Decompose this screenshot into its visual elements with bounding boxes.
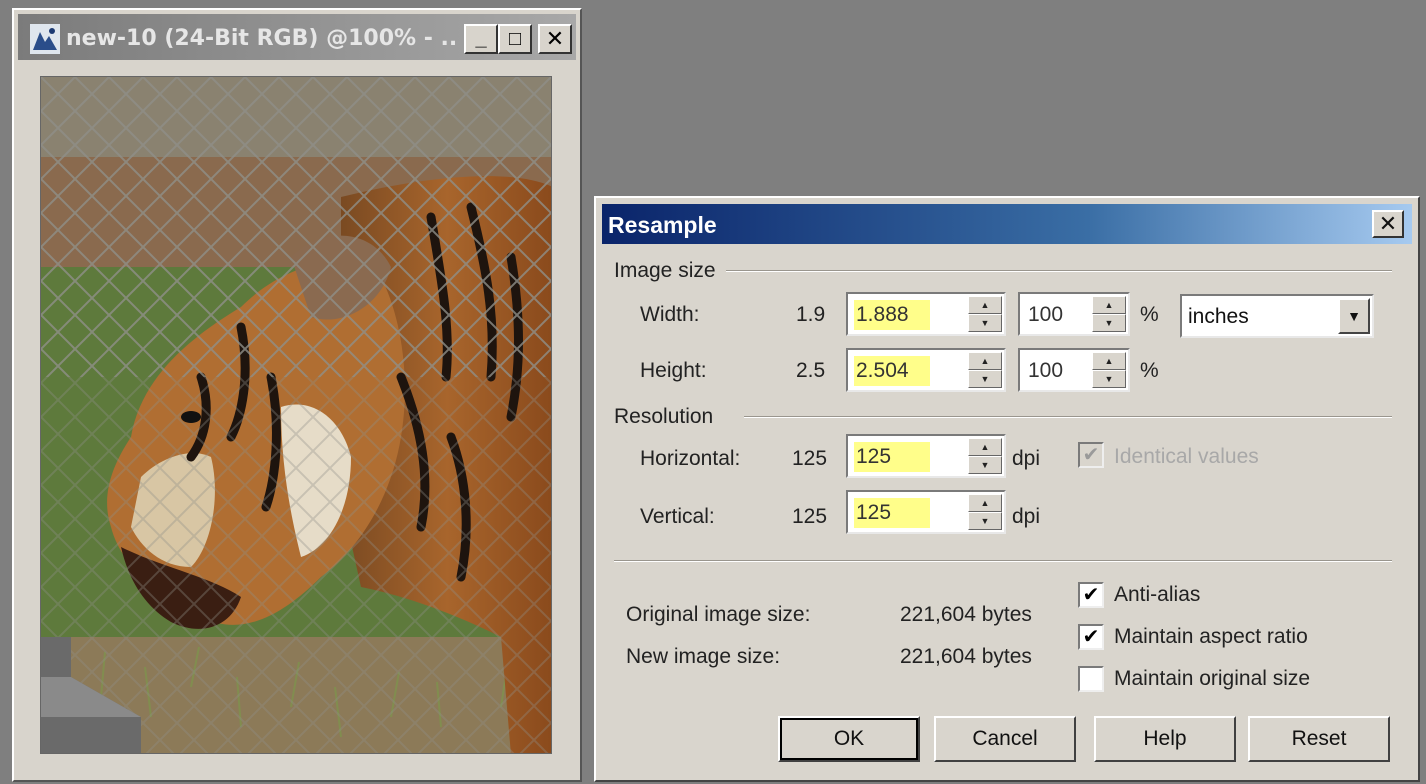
height-percent-value: 100 bbox=[1028, 359, 1064, 382]
vertical-value: 125 bbox=[856, 501, 892, 524]
height-percent-unit: % bbox=[1140, 359, 1159, 382]
cancel-button[interactable]: Cancel bbox=[934, 716, 1076, 762]
maintain-aspect-checkbox[interactable]: ✔ bbox=[1078, 624, 1104, 650]
horizontal-dpi-input[interactable]: 125 ▲ ▼ bbox=[846, 434, 1006, 478]
cancel-button-label: Cancel bbox=[972, 727, 1038, 750]
original-size-label: Original image size: bbox=[626, 603, 811, 626]
app-icon bbox=[30, 24, 60, 54]
new-size-label: New image size: bbox=[626, 645, 781, 668]
reset-button[interactable]: Reset bbox=[1248, 716, 1390, 762]
ok-button-label: OK bbox=[833, 727, 865, 750]
vertical-original: 125 bbox=[792, 505, 828, 528]
spin-down-icon[interactable]: ▼ bbox=[968, 512, 1002, 530]
width-percent-value: 100 bbox=[1028, 303, 1064, 326]
height-percent-input[interactable]: 100 ▲ ▼ bbox=[1018, 348, 1130, 392]
minimize-button[interactable]: _ bbox=[464, 24, 498, 54]
unit-dropdown[interactable]: inches ▼ bbox=[1180, 294, 1374, 338]
width-label: Width: bbox=[640, 303, 700, 326]
dialog-close-button[interactable]: ✕ bbox=[1372, 210, 1404, 238]
image-size-divider bbox=[726, 270, 1392, 272]
width-value: 1.888 bbox=[856, 303, 909, 326]
dialog-title: Resample bbox=[608, 212, 717, 238]
minimize-icon: _ bbox=[475, 27, 487, 50]
vertical-unit: dpi bbox=[1012, 505, 1041, 528]
resolution-group-label: Resolution bbox=[614, 405, 714, 428]
horizontal-label: Horizontal: bbox=[640, 447, 741, 470]
height-input[interactable]: 2.504 ▲ ▼ bbox=[846, 348, 1006, 392]
width-percent-unit: % bbox=[1140, 303, 1159, 326]
spin-up-icon[interactable]: ▲ bbox=[968, 352, 1002, 370]
height-value: 2.504 bbox=[856, 359, 909, 382]
chevron-down-icon[interactable]: ▼ bbox=[1338, 298, 1370, 334]
spin-up-icon[interactable]: ▲ bbox=[1092, 352, 1126, 370]
vertical-dpi-input[interactable]: 125 ▲ ▼ bbox=[846, 490, 1006, 534]
image-canvas[interactable] bbox=[40, 76, 552, 754]
maximize-button[interactable]: □ bbox=[498, 24, 532, 54]
maintain-aspect-label[interactable]: Maintain aspect ratio bbox=[1114, 624, 1308, 650]
reset-button-label: Reset bbox=[1291, 727, 1347, 750]
spin-up-icon[interactable]: ▲ bbox=[968, 296, 1002, 314]
close-icon: ✕ bbox=[545, 26, 565, 51]
image-size-group-label: Image size bbox=[614, 259, 716, 282]
document-window: new-10 (24-Bit RGB) @100% - ... _ □ ✕ bbox=[12, 8, 582, 782]
dialog-titlebar[interactable]: Resample ✕ bbox=[602, 204, 1412, 244]
horizontal-original: 125 bbox=[792, 447, 828, 470]
close-icon: ✕ bbox=[1378, 211, 1398, 236]
spin-down-icon[interactable]: ▼ bbox=[1092, 370, 1126, 388]
spin-up-icon[interactable]: ▲ bbox=[1092, 296, 1126, 314]
horizontal-spinner[interactable]: ▲ ▼ bbox=[968, 438, 1002, 474]
document-titlebar[interactable]: new-10 (24-Bit RGB) @100% - ... _ □ ✕ bbox=[18, 14, 576, 60]
height-label: Height: bbox=[640, 359, 707, 382]
spin-down-icon[interactable]: ▼ bbox=[968, 456, 1002, 474]
help-button-label: Help bbox=[1143, 727, 1187, 750]
new-size-value: 221,604 bytes bbox=[900, 645, 1032, 668]
anti-alias-checkbox[interactable]: ✔ bbox=[1078, 582, 1104, 608]
height-spinner[interactable]: ▲ ▼ bbox=[968, 352, 1002, 388]
maintain-original-checkbox[interactable] bbox=[1078, 666, 1104, 692]
original-size-value: 221,604 bytes bbox=[900, 603, 1032, 626]
width-input[interactable]: 1.888 ▲ ▼ bbox=[846, 292, 1006, 336]
document-title: new-10 (24-Bit RGB) @100% - ... bbox=[66, 26, 458, 51]
unit-dropdown-value: inches bbox=[1188, 305, 1249, 328]
width-spinner[interactable]: ▲ ▼ bbox=[968, 296, 1002, 332]
spin-up-icon[interactable]: ▲ bbox=[968, 438, 1002, 456]
vertical-label: Vertical: bbox=[640, 505, 715, 528]
help-button[interactable]: Help bbox=[1094, 716, 1236, 762]
spin-down-icon[interactable]: ▼ bbox=[968, 370, 1002, 388]
maintain-original-label[interactable]: Maintain original size bbox=[1114, 666, 1310, 692]
document-close-button[interactable]: ✕ bbox=[538, 24, 572, 54]
width-percent-input[interactable]: 100 ▲ ▼ bbox=[1018, 292, 1130, 336]
horizontal-unit: dpi bbox=[1012, 447, 1041, 470]
maximize-icon: □ bbox=[508, 27, 522, 50]
identical-values-label: Identical values bbox=[1114, 445, 1259, 468]
resample-dialog: Resample ✕ Image size Width: 1.9 1.888 ▲… bbox=[594, 196, 1420, 782]
anti-alias-label[interactable]: Anti-alias bbox=[1114, 582, 1200, 608]
identical-values-checkbox[interactable]: ✔ bbox=[1078, 442, 1104, 468]
tiger-photo bbox=[41, 77, 551, 753]
vertical-spinner[interactable]: ▲ ▼ bbox=[968, 494, 1002, 530]
width-percent-spinner[interactable]: ▲ ▼ bbox=[1092, 296, 1126, 332]
horizontal-value: 125 bbox=[856, 445, 892, 468]
height-percent-spinner[interactable]: ▲ ▼ bbox=[1092, 352, 1126, 388]
ok-button[interactable]: OK bbox=[778, 716, 920, 762]
width-original: 1.9 bbox=[796, 303, 826, 326]
spin-down-icon[interactable]: ▼ bbox=[968, 314, 1002, 332]
spin-up-icon[interactable]: ▲ bbox=[968, 494, 1002, 512]
info-divider bbox=[614, 560, 1392, 562]
resolution-divider bbox=[744, 416, 1392, 418]
spin-down-icon[interactable]: ▼ bbox=[1092, 314, 1126, 332]
height-original: 2.5 bbox=[796, 359, 826, 382]
